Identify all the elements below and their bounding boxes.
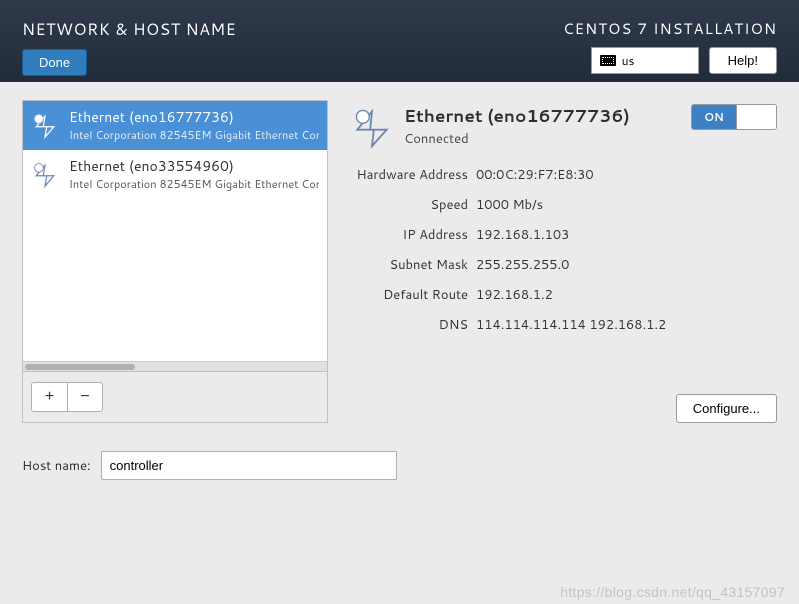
- ip-address-value: 192.168.1.103: [476, 226, 777, 244]
- keyboard-icon: [600, 55, 616, 66]
- page-title: NETWORK & HOST NAME: [22, 18, 236, 41]
- ethernet-icon: [31, 111, 59, 139]
- interface-detail-panel: Ethernet (eno16777736) Connected ON Hard…: [350, 100, 777, 423]
- help-button[interactable]: Help!: [709, 47, 777, 74]
- toggle-on-label: ON: [692, 105, 736, 129]
- keyboard-layout-text: us: [622, 52, 635, 69]
- watermark-text: https://blog.csdn.net/qq_43157097: [560, 584, 785, 600]
- keyboard-layout-indicator[interactable]: us: [591, 47, 699, 74]
- interface-name: Ethernet (eno16777736): [69, 107, 319, 127]
- add-interface-button[interactable]: +: [31, 382, 67, 412]
- interface-desc: Intel Corporation 82545EM Gigabit Ethern…: [69, 176, 319, 192]
- interface-desc: Intel Corporation 82545EM Gigabit Ethern…: [69, 127, 319, 143]
- hw-address-value: 00:0C:29:F7:E8:30: [476, 166, 777, 184]
- hostname-input[interactable]: [101, 451, 397, 480]
- interface-list-panel: Ethernet (eno16777736) Intel Corporation…: [22, 100, 328, 423]
- interface-toggle[interactable]: ON: [691, 104, 777, 130]
- subnet-mask-value: 255.255.255.0: [476, 256, 777, 274]
- configure-button[interactable]: Configure...: [676, 394, 777, 423]
- interface-name: Ethernet (eno33554960): [69, 156, 319, 176]
- interface-info-grid: Hardware Address 00:0C:29:F7:E8:30 Speed…: [350, 166, 777, 334]
- interface-list: Ethernet (eno16777736) Intel Corporation…: [23, 101, 327, 361]
- default-route-value: 192.168.1.2: [476, 286, 777, 304]
- horizontal-scrollbar[interactable]: [23, 361, 327, 371]
- interface-item[interactable]: Ethernet (eno16777736) Intel Corporation…: [23, 101, 327, 150]
- ethernet-icon: [350, 104, 394, 148]
- dns-value: 114.114.114.114 192.168.1.2: [476, 316, 777, 334]
- detail-interface-name: Ethernet (eno16777736): [404, 104, 681, 128]
- subnet-mask-label: Subnet Mask: [350, 256, 468, 274]
- installer-title: CENTOS 7 INSTALLATION: [563, 18, 777, 39]
- speed-label: Speed: [350, 196, 468, 214]
- speed-value: 1000 Mb/s: [476, 196, 777, 214]
- interface-item[interactable]: Ethernet (eno33554960) Intel Corporation…: [23, 150, 327, 199]
- hw-address-label: Hardware Address: [350, 166, 468, 184]
- done-button[interactable]: Done: [22, 49, 87, 76]
- dns-label: DNS: [350, 316, 468, 334]
- header-bar: NETWORK & HOST NAME Done CENTOS 7 INSTAL…: [0, 0, 799, 82]
- default-route-label: Default Route: [350, 286, 468, 304]
- ethernet-icon: [31, 160, 59, 188]
- hostname-label: Host name:: [22, 457, 91, 475]
- ip-address-label: IP Address: [350, 226, 468, 244]
- detail-connection-status: Connected: [404, 130, 681, 148]
- remove-interface-button[interactable]: −: [67, 382, 103, 412]
- hostname-row: Host name:: [22, 451, 777, 480]
- toggle-knob: [736, 105, 776, 129]
